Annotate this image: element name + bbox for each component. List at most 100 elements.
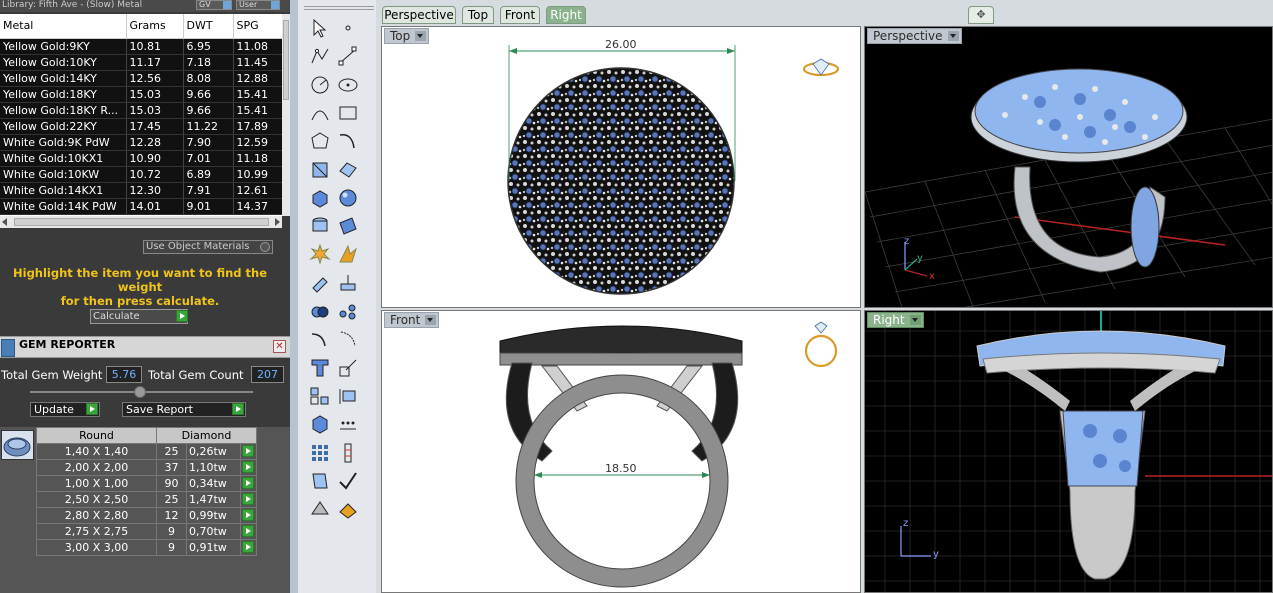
tool-polygon-icon[interactable]	[308, 129, 332, 153]
tab-perspective[interactable]: Perspective	[382, 6, 456, 24]
calculate-button[interactable]: Calculate	[90, 309, 188, 324]
tool-gem-seat-icon[interactable]	[336, 497, 360, 521]
gem-col-shape[interactable]: Round	[36, 427, 157, 444]
tool-explode-icon[interactable]	[308, 242, 332, 266]
tool-rail-sweep-icon[interactable]	[336, 327, 360, 351]
tool-ladder-icon[interactable]	[336, 441, 360, 465]
metal-row[interactable]: White Gold:10KX1 10.90 7.01 11.18	[0, 150, 282, 167]
tool-rectangle-icon[interactable]	[336, 101, 360, 125]
tool-check-mark-icon[interactable]	[336, 469, 360, 493]
metal-row[interactable]: White Gold:10KW 10.72 6.89 10.99	[0, 166, 282, 183]
gem-row[interactable]: 1,40 X 1,40 25 0,26tw	[36, 443, 257, 460]
tool-circle-icon[interactable]	[308, 73, 332, 97]
tool-solid-edit-icon[interactable]	[308, 412, 332, 436]
library-select-user[interactable]: User	[236, 0, 280, 10]
tool-gem-cluster-icon[interactable]	[336, 299, 360, 323]
scroll-thumb[interactable]	[14, 218, 269, 226]
tool-point-icon[interactable]	[336, 16, 360, 40]
tool-bend-icon[interactable]	[308, 327, 332, 351]
gem-row[interactable]: 2,80 X 2,80 12 0,99tw	[36, 507, 257, 524]
viewport-perspective[interactable]: Perspective z x y	[864, 26, 1273, 308]
chevron-down-icon[interactable]	[947, 31, 959, 41]
tab-front[interactable]: Front	[500, 6, 540, 24]
col-metal[interactable]: Metal	[0, 14, 127, 39]
tool-sphere-icon[interactable]	[336, 186, 360, 210]
select-gem-icon[interactable]	[242, 477, 254, 489]
tool-text-icon[interactable]	[308, 356, 332, 380]
metal-table-hscroll[interactable]	[0, 216, 282, 228]
gem-row[interactable]: 2,75 X 2,75 9 0,70tw	[36, 523, 257, 540]
select-gem-icon[interactable]	[242, 461, 254, 473]
close-icon[interactable]: ✕	[273, 340, 286, 353]
tab-top[interactable]: Top	[462, 6, 494, 24]
metal-row[interactable]: Yellow Gold:22KY 17.45 11.22 17.89	[0, 118, 282, 135]
chevron-down-icon[interactable]	[909, 315, 921, 325]
gem-thumbnail[interactable]	[1, 430, 34, 460]
tool-gem-tool-icon[interactable]	[308, 469, 332, 493]
tool-box-icon[interactable]	[308, 186, 332, 210]
select-gem-icon[interactable]	[242, 525, 254, 537]
tool-boolean-icon[interactable]	[308, 299, 332, 323]
toolbar-grip[interactable]	[304, 6, 374, 10]
tool-ellipse-icon[interactable]	[336, 73, 360, 97]
gem-col-type[interactable]: Diamond	[156, 427, 257, 444]
viewport-perspective-label[interactable]: Perspective	[867, 28, 962, 44]
chevron-down-icon[interactable]	[415, 31, 427, 41]
scroll-thumb[interactable]	[283, 20, 289, 100]
col-grams[interactable]: Grams	[126, 14, 184, 39]
metal-row[interactable]: Yellow Gold:18KY 15.03 9.66 15.41	[0, 86, 282, 103]
select-gem-icon[interactable]	[242, 541, 254, 553]
tool-transform-icon[interactable]	[308, 158, 332, 182]
tool-select-arrow-icon[interactable]	[308, 16, 332, 40]
tab-right[interactable]: Right	[546, 6, 586, 24]
metal-row[interactable]: Yellow Gold:9KY 10.81 6.95 11.08	[0, 38, 282, 55]
tool-cylinder-icon[interactable]	[308, 214, 332, 238]
viewport-top-label[interactable]: Top	[384, 28, 430, 44]
calculate-go-icon[interactable]	[176, 310, 188, 322]
scroll-right-icon[interactable]	[275, 218, 280, 226]
tool-extrude-icon[interactable]	[336, 271, 360, 295]
metal-row[interactable]: Yellow Gold:10KY 11.17 7.18 11.45	[0, 54, 282, 71]
library-select-gv[interactable]: GV	[196, 0, 232, 10]
metal-row[interactable]: White Gold:14K PdW 14.01 9.01 14.37	[0, 198, 282, 215]
save-report-button[interactable]: Save Report	[122, 402, 246, 417]
tool-project-icon[interactable]	[308, 271, 332, 295]
metal-row[interactable]: Yellow Gold:14KY 12.56 8.08 12.88	[0, 70, 282, 87]
tool-array-icon[interactable]	[308, 384, 332, 408]
tool-curve-icon[interactable]	[336, 129, 360, 153]
tool-grid-array-icon[interactable]	[308, 441, 332, 465]
save-report-go-icon[interactable]	[232, 403, 244, 415]
col-dwt[interactable]: DWT	[183, 14, 234, 39]
select-gem-icon[interactable]	[242, 445, 254, 457]
tool-line-segments-icon[interactable]	[336, 44, 360, 68]
viewport-right[interactable]: Right z y	[864, 310, 1273, 593]
tool-surface-patch-icon[interactable]	[336, 158, 360, 182]
tool-plane-surface-icon[interactable]	[336, 214, 360, 238]
update-go-icon[interactable]	[86, 403, 98, 415]
gem-row[interactable]: 1,00 X 1,00 90 0,34tw	[36, 475, 257, 492]
viewport-top[interactable]: Top 26.00	[381, 26, 861, 308]
tool-cone-icon[interactable]	[308, 497, 332, 521]
gem-row[interactable]: 3,00 X 3,00 9 0,91tw	[36, 539, 257, 556]
gem-row[interactable]: 2,50 X 2,50 25 1,47tw	[36, 491, 257, 508]
select-gem-icon[interactable]	[242, 509, 254, 521]
gem-slider-knob[interactable]	[134, 386, 146, 398]
tool-arc-icon[interactable]	[308, 101, 332, 125]
tool-align-icon[interactable]	[336, 384, 360, 408]
col-spg[interactable]: SPG	[233, 14, 282, 39]
metal-row[interactable]: White Gold:9K PdW 12.28 7.90 12.59	[0, 134, 282, 151]
tool-polyline-icon[interactable]	[308, 44, 332, 68]
metal-row[interactable]: White Gold:14KX1 12.30 7.91 12.61	[0, 182, 282, 199]
scroll-left-icon[interactable]	[2, 218, 7, 226]
add-tab-icon[interactable]: ✥	[968, 6, 994, 24]
gem-row[interactable]: 2,00 X 2,00 37 1,10tw	[36, 459, 257, 476]
chevron-down-icon[interactable]	[425, 315, 437, 325]
tool-scale-icon[interactable]	[336, 356, 360, 380]
viewport-right-label[interactable]: Right	[867, 312, 924, 328]
use-object-materials-toggle[interactable]: Use Object Materials	[143, 240, 273, 254]
tool-spark-burst-icon[interactable]	[336, 242, 360, 266]
tool-pattern-dots-icon[interactable]	[336, 412, 360, 436]
select-gem-icon[interactable]	[242, 493, 254, 505]
metal-row[interactable]: Yellow Gold:18KY R... 15.03 9.66 15.41	[0, 102, 282, 119]
metal-table-vscroll[interactable]	[282, 14, 290, 216]
